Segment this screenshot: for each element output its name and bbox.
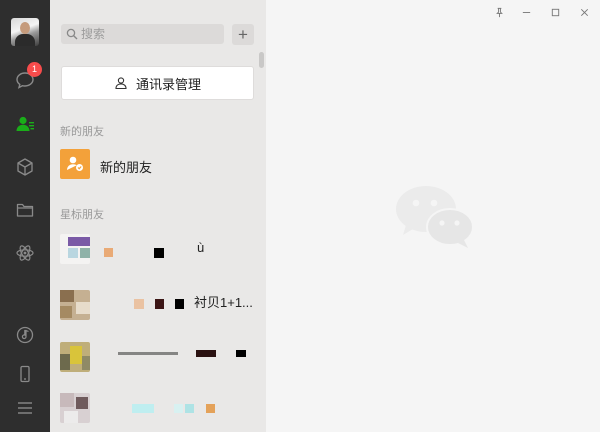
menu-icon [18,402,32,414]
contacts-manage-button[interactable]: 通讯录管理 [61,66,254,100]
contact-avatar [60,234,90,264]
search-input[interactable] [81,24,221,44]
contacts-icon [16,116,34,131]
starred-contact[interactable]: 衬贝1+1... [50,282,266,332]
contacts-panel: + 通讯录管理 新的朋友 新的朋友 星标朋友 ù 衬贝1+1... [50,0,266,432]
phone-icon [20,365,30,383]
close-button[interactable] [577,5,591,19]
new-friends-item[interactable]: 新的朋友 [50,141,266,191]
search-box[interactable] [61,24,224,44]
maximize-icon [551,8,559,16]
starred-contact[interactable] [50,385,266,432]
close-icon [580,8,588,16]
plus-icon: + [238,25,248,44]
starred-contact[interactable] [50,334,266,384]
cube-icon [17,158,33,176]
nav-contacts[interactable] [0,109,50,139]
nav-mini-programs[interactable] [0,238,50,268]
minimize-button[interactable] [519,5,533,19]
contact-avatar [60,290,90,320]
folder-icon [16,203,34,217]
starred-friends-header: 星标朋友 [60,209,104,221]
content-area [266,0,600,432]
starred-contact[interactable]: ù [50,226,266,276]
scrollbar[interactable] [259,52,264,68]
nav-phone[interactable] [0,359,50,389]
left-nav: 1 [0,0,50,432]
new-friends-header: 新的朋友 [60,126,104,138]
user-avatar[interactable] [11,18,39,46]
nav-chats[interactable]: 1 [0,62,50,95]
nav-favorites[interactable] [0,152,50,182]
atom-icon [16,245,34,261]
contact-name: 衬贝1+1... [194,295,253,310]
new-friends-label: 新的朋友 [100,160,153,175]
pin-icon [495,7,503,17]
add-button[interactable]: + [232,24,254,45]
contacts-manage-icon [115,77,127,90]
pin-button[interactable] [492,5,506,19]
add-friend-icon [67,156,83,171]
music-icon [16,326,34,344]
new-friends-avatar [60,149,90,179]
search-icon [66,28,78,40]
contacts-manage-label: 通讯录管理 [135,76,201,92]
minimize-icon [522,11,530,13]
nav-files[interactable] [0,195,50,225]
unread-badge: 1 [27,62,42,77]
contact-avatar [60,393,90,423]
nav-menu[interactable] [0,393,50,423]
wechat-logo-icon [396,186,474,248]
contact-avatar [60,342,90,372]
contact-name: ù [197,240,205,255]
nav-music[interactable] [0,320,50,350]
maximize-button[interactable] [548,5,562,19]
